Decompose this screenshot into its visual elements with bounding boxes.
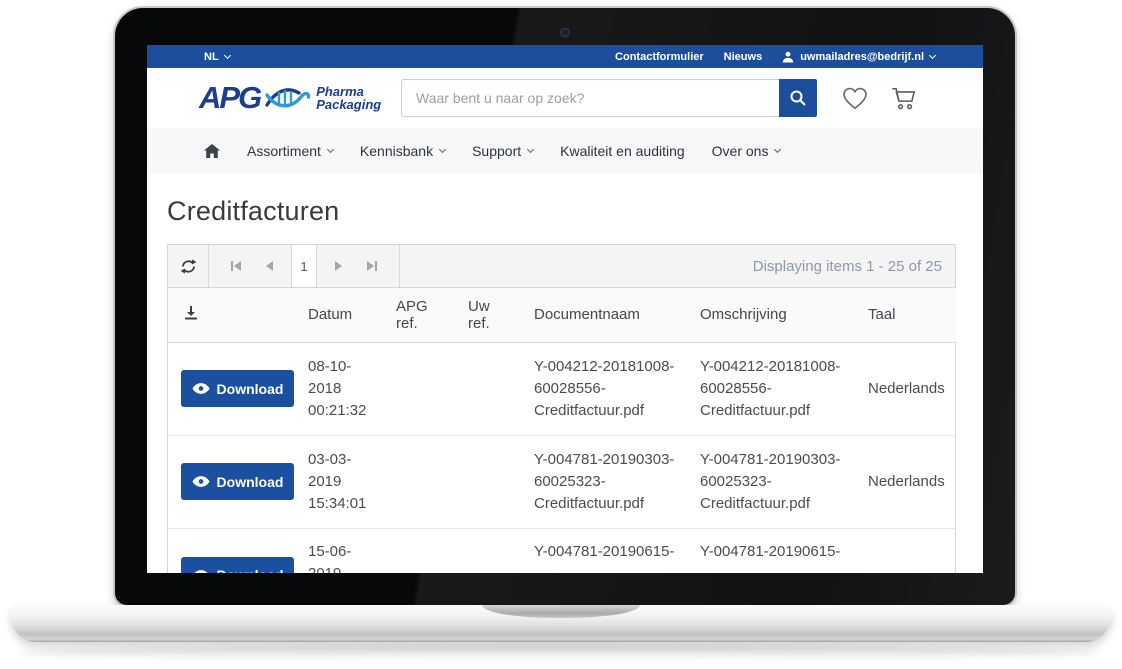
cell-taal: Nederlands <box>858 435 956 528</box>
heart-icon <box>842 87 868 110</box>
page-title: Creditfacturen <box>167 173 983 244</box>
account-menu[interactable]: uwmailadres@bedrijf.nl <box>782 51 935 63</box>
search-button[interactable] <box>779 79 817 117</box>
download-button[interactable]: Download <box>181 557 294 574</box>
column-header-taal: Taal <box>858 288 956 342</box>
current-page-indicator[interactable]: 1 <box>291 245 317 287</box>
cart-button[interactable] <box>890 87 917 110</box>
cell-apg-ref <box>386 435 458 528</box>
column-header-uw-ref: Uw ref. <box>458 288 524 342</box>
site-header: APG Pharma Packaging <box>147 68 983 128</box>
cell-taal: Nederlands <box>858 342 956 435</box>
prev-page-button[interactable] <box>253 260 287 272</box>
chevron-down-icon <box>929 51 936 58</box>
laptop-camera <box>562 29 569 36</box>
download-button[interactable]: Download <box>181 370 294 407</box>
nav-item-kennisbank[interactable]: Kennisbank <box>360 143 445 159</box>
table-row: Download 08-10-2018 00:21:32 Y-004212-20… <box>168 342 956 435</box>
laptop-screen-bezel: NL Contactformulier Nieuws uwmailadres@b… <box>115 8 1015 605</box>
table-header-row: Datum APG ref. Uw ref. Documentnaam Omsc… <box>168 288 956 342</box>
laptop-reflection <box>20 645 1102 661</box>
cart-icon <box>890 87 917 110</box>
laptop-base-notch <box>482 605 640 618</box>
contact-link[interactable]: Contactformulier <box>615 51 704 63</box>
cell-uw-ref <box>458 528 524 573</box>
dna-logo-icon <box>265 83 311 113</box>
cell-documentnaam: Y-004781-20190303-60025323-Creditfactuur… <box>524 435 690 528</box>
column-header-datum: Datum <box>298 288 386 342</box>
first-page-button[interactable] <box>219 260 253 272</box>
news-link[interactable]: Nieuws <box>724 51 763 63</box>
eye-icon <box>192 476 210 487</box>
eye-icon <box>192 383 210 394</box>
grid-toolbar: 1 Display <box>168 245 955 288</box>
prev-page-icon <box>264 260 276 272</box>
language-selector[interactable]: NL <box>204 51 230 63</box>
cell-uw-ref <box>458 435 524 528</box>
cell-taal <box>858 528 956 573</box>
cell-apg-ref <box>386 528 458 573</box>
column-header-documentnaam: Documentnaam <box>524 288 690 342</box>
wishlist-button[interactable] <box>842 87 868 110</box>
cell-documentnaam: Y-004781-20190615- <box>524 528 690 573</box>
home-icon <box>204 144 220 158</box>
refresh-icon <box>180 258 197 275</box>
pagination: 1 <box>209 245 400 287</box>
logo-apg-text: APG <box>199 80 260 116</box>
cell-datum: 15-06-2019 <box>298 528 386 573</box>
user-icon <box>782 51 794 63</box>
browser-viewport: NL Contactformulier Nieuws uwmailadres@b… <box>147 45 983 573</box>
nav-item-over-ons[interactable]: Over ons <box>712 143 781 159</box>
cell-apg-ref <box>386 342 458 435</box>
last-page-button[interactable] <box>355 260 389 272</box>
search-bar <box>401 79 817 117</box>
logo[interactable]: APG Pharma Packaging <box>199 80 401 116</box>
download-icon <box>183 305 199 321</box>
invoice-table: Datum APG ref. Uw ref. Documentnaam Omsc… <box>168 288 956 573</box>
chevron-down-icon <box>439 146 446 153</box>
table-row: Download 15-06-2019 Y-004781-20190615- Y… <box>168 528 956 573</box>
chevron-down-icon <box>327 146 334 153</box>
language-label: NL <box>204 51 219 63</box>
cell-datum: 03-03-2019 15:34:01 <box>298 435 386 528</box>
search-input[interactable] <box>401 79 779 117</box>
nav-item-support[interactable]: Support <box>472 143 533 159</box>
chevron-down-icon <box>527 146 534 153</box>
column-header-apg-ref: APG ref. <box>386 288 458 342</box>
nav-home[interactable] <box>204 144 220 158</box>
cell-datum: 08-10-2018 00:21:32 <box>298 342 386 435</box>
chevron-down-icon <box>774 146 781 153</box>
cell-omschrijving: Y-004781-20190615- <box>690 528 858 573</box>
topbar-links: Contactformulier Nieuws uwmailadres@bedr… <box>615 51 935 63</box>
chevron-down-icon <box>224 51 231 58</box>
cell-omschrijving: Y-004212-20181008-60028556-Creditfactuur… <box>690 342 858 435</box>
table-row: Download 03-03-2019 15:34:01 Y-004781-20… <box>168 435 956 528</box>
download-all-header[interactable] <box>168 288 298 342</box>
cell-uw-ref <box>458 342 524 435</box>
first-page-icon <box>230 260 242 272</box>
nav-item-assortiment[interactable]: Assortiment <box>247 143 333 159</box>
eye-icon <box>192 570 210 574</box>
stage: NL Contactformulier Nieuws uwmailadres@b… <box>0 0 1122 669</box>
main-content: Creditfacturen <box>147 173 983 573</box>
column-header-omschrijving: Omschrijving <box>690 288 858 342</box>
laptop-base <box>10 605 1112 642</box>
cell-documentnaam: Y-004212-20181008-60028556-Creditfactuur… <box>524 342 690 435</box>
next-page-button[interactable] <box>321 260 355 272</box>
last-page-icon <box>366 260 378 272</box>
main-nav: Assortiment Kennisbank Support Kwaliteit… <box>147 128 983 173</box>
account-email: uwmailadres@bedrijf.nl <box>800 51 924 63</box>
refresh-button[interactable] <box>168 245 209 287</box>
next-page-icon <box>332 260 344 272</box>
cell-omschrijving: Y-004781-20190303-60025323-Creditfactuur… <box>690 435 858 528</box>
search-icon <box>789 89 807 107</box>
topbar: NL Contactformulier Nieuws uwmailadres@b… <box>147 45 983 68</box>
paging-status: Displaying items 1 - 25 of 25 <box>753 245 955 287</box>
invoice-grid: 1 Display <box>167 244 956 573</box>
logo-brand-text: Pharma Packaging <box>316 85 381 111</box>
nav-item-kwaliteit[interactable]: Kwaliteit en auditing <box>560 143 685 159</box>
download-button[interactable]: Download <box>181 463 294 500</box>
